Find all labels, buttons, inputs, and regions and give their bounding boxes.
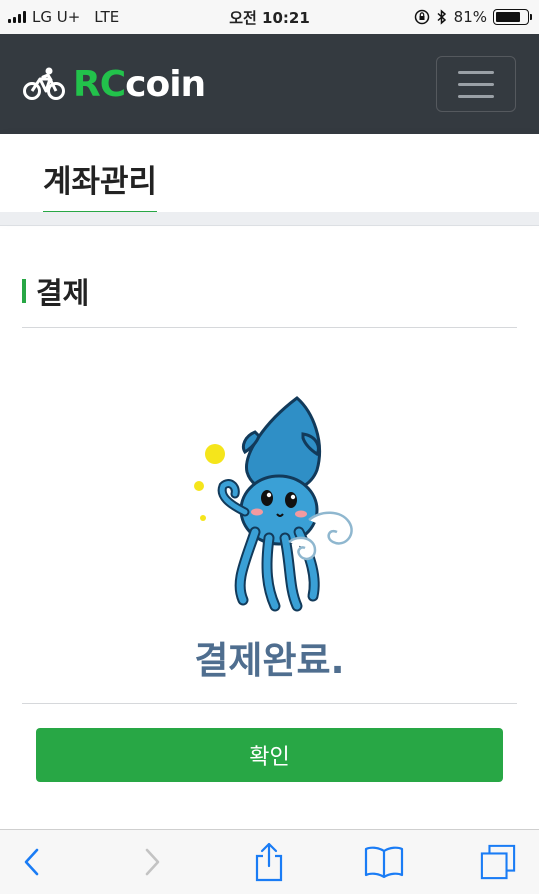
brand-logo[interactable]: RCcoin — [23, 63, 206, 105]
brand-coin: coin — [125, 63, 206, 105]
bookmarks-button[interactable] — [364, 844, 404, 880]
tabs-icon — [480, 844, 516, 880]
brand-name: RCcoin — [73, 63, 206, 105]
app-header: RCcoin — [0, 34, 539, 134]
bicycle-icon — [23, 67, 65, 100]
forward-icon — [145, 848, 160, 876]
section-separator — [0, 212, 539, 226]
squid-mascot-illustration — [194, 396, 353, 612]
confirm-button[interactable]: 확인 — [36, 728, 503, 782]
back-button[interactable] — [14, 844, 50, 880]
orientation-lock-icon — [414, 9, 429, 25]
payment-complete-message: 결제완료. — [194, 639, 345, 682]
forward-button[interactable] — [134, 844, 170, 880]
tab-bar: 계좌관리 — [0, 134, 539, 215]
share-button[interactable] — [251, 842, 287, 882]
divider-top — [22, 327, 517, 328]
hamburger-menu-button[interactable] — [436, 56, 516, 112]
share-icon — [255, 842, 283, 882]
carrier-label: LG U+ — [32, 8, 81, 26]
title-accent-bar — [22, 279, 26, 303]
tab-account-management[interactable]: 계좌관리 — [43, 156, 158, 215]
tabs-button[interactable] — [480, 844, 516, 880]
hamburger-menu-icon — [458, 70, 494, 74]
bookmarks-icon — [364, 846, 404, 879]
browser-toolbar — [0, 829, 539, 894]
back-icon — [24, 848, 39, 876]
page-title: 결제 — [36, 276, 90, 310]
brand-rc: RC — [73, 63, 126, 105]
signal-strength-icon — [8, 11, 26, 23]
battery-percent: 81% — [453, 8, 487, 26]
status-right: 81% — [414, 8, 532, 26]
battery-icon — [493, 9, 532, 25]
status-left: LG U+ LTE — [8, 8, 119, 26]
divider-bottom — [22, 703, 517, 704]
status-bar: LG U+ LTE 오전 10:21 81% — [0, 0, 539, 34]
bluetooth-icon — [437, 9, 446, 25]
section-heading: 결제 — [22, 270, 89, 312]
network-label: LTE — [94, 8, 120, 26]
